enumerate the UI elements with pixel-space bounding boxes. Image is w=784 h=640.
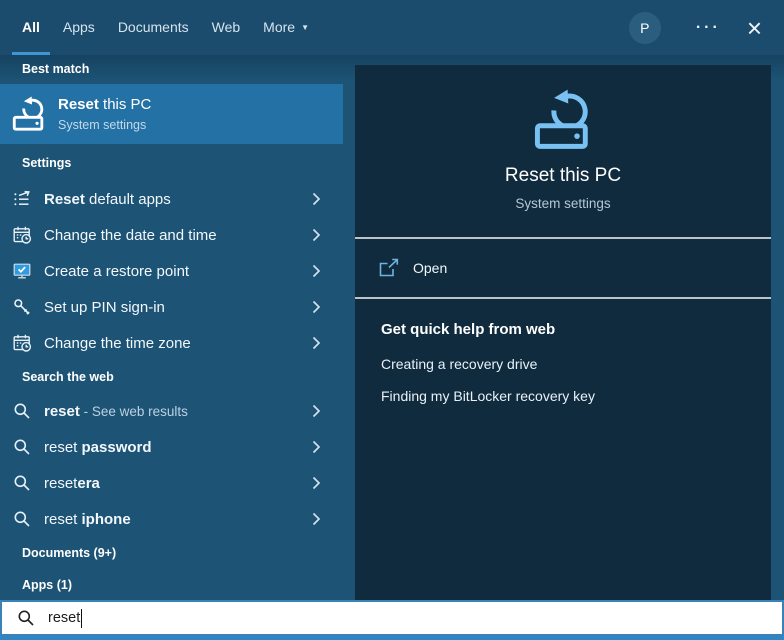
- web-item-label: reset - See web results: [44, 402, 188, 420]
- preview-subtitle: System settings: [515, 196, 611, 211]
- documents-group-header[interactable]: Documents (9+): [22, 546, 116, 560]
- settings-item-label: Set up PIN sign-in: [44, 298, 165, 316]
- settings-header: Settings: [22, 156, 72, 170]
- open-button[interactable]: Open: [355, 239, 771, 297]
- web-item-label: reset password: [44, 438, 152, 456]
- tab-more[interactable]: More ▼: [253, 0, 319, 55]
- search-icon: [12, 473, 32, 493]
- web-item-label: resetera: [44, 474, 100, 492]
- search-icon: [12, 509, 32, 529]
- tab-documents[interactable]: Documents: [108, 0, 199, 55]
- calendar-clock-icon: [12, 225, 32, 245]
- chevron-right-icon: [312, 264, 321, 278]
- web-item-label: reset iphone: [44, 510, 131, 528]
- settings-item-label: Change the time zone: [44, 334, 191, 352]
- tab-apps[interactable]: Apps: [53, 0, 105, 55]
- chevron-right-icon: [312, 336, 321, 350]
- search-icon: [12, 401, 32, 421]
- close-icon[interactable]: ×: [747, 15, 762, 41]
- settings-item-set-up-pin[interactable]: Set up PIN sign-in: [0, 289, 343, 325]
- help-link-bitlocker-key[interactable]: Finding my BitLocker recovery key: [381, 388, 595, 404]
- settings-item-change-date-time[interactable]: Change the date and time: [0, 217, 343, 253]
- chevron-right-icon: [312, 300, 321, 314]
- settings-item-label: Create a restore point: [44, 262, 190, 280]
- text-cursor: [81, 608, 83, 628]
- web-item-reset-see-results[interactable]: reset - See web results: [0, 393, 343, 429]
- best-match-item-reset-this-pc[interactable]: Reset this PC System settings: [0, 84, 343, 144]
- search-icon: [16, 608, 36, 628]
- chevron-right-icon: [312, 228, 321, 242]
- key-icon: [12, 297, 32, 317]
- settings-item-create-restore-point[interactable]: Create a restore point: [0, 253, 343, 289]
- search-input[interactable]: reset: [0, 600, 784, 636]
- preview-title: Reset this PC: [504, 165, 622, 186]
- web-item-reset-password[interactable]: reset password: [0, 429, 343, 465]
- best-match-title-rest: this PC: [98, 96, 152, 113]
- settings-item-change-time-zone[interactable]: Change the time zone: [0, 325, 343, 361]
- help-section-header: Get quick help from web: [381, 321, 556, 338]
- settings-item-reset-default-apps[interactable]: Reset default apps: [0, 181, 343, 217]
- best-match-subtitle: System settings: [58, 118, 147, 132]
- chevron-right-icon: [312, 440, 321, 454]
- help-link-recovery-drive[interactable]: Creating a recovery drive: [381, 356, 537, 372]
- tab-more-label: More: [263, 19, 296, 35]
- more-options-icon[interactable]: ···: [696, 19, 721, 37]
- search-the-web-header: Search the web: [22, 370, 114, 384]
- search-input-value: reset: [48, 610, 81, 626]
- reset-apps-icon: [12, 189, 32, 209]
- settings-item-label: Change the date and time: [44, 226, 217, 244]
- open-button-label: Open: [413, 260, 448, 276]
- user-avatar[interactable]: P: [628, 11, 661, 44]
- restore-point-icon: [12, 261, 32, 281]
- search-filter-bar: All Apps Documents Web More ▼ P ··· ×: [0, 0, 784, 55]
- open-external-icon: [379, 258, 401, 278]
- chevron-down-icon: ▼: [301, 23, 309, 32]
- calendar-clock-icon: [12, 333, 32, 353]
- chevron-right-icon: [312, 404, 321, 418]
- tab-all[interactable]: All: [12, 0, 50, 55]
- chevron-right-icon: [312, 512, 321, 526]
- reset-pc-icon: [10, 95, 48, 133]
- chevron-right-icon: [312, 192, 321, 206]
- apps-group-header[interactable]: Apps (1): [22, 578, 72, 592]
- search-flyout-window: All Apps Documents Web More ▼ P ··· × Bes…: [0, 0, 784, 640]
- preview-panel: Reset this PC System settings Open Get q…: [355, 65, 771, 600]
- settings-item-label: Reset default apps: [44, 190, 171, 208]
- web-item-resetera[interactable]: resetera: [0, 465, 343, 501]
- search-bar-accent-strip: [0, 636, 784, 640]
- tab-web[interactable]: Web: [202, 0, 251, 55]
- filter-tabs: All Apps Documents Web More ▼: [0, 0, 322, 55]
- web-item-reset-iphone[interactable]: reset iphone: [0, 501, 343, 537]
- best-match-header: Best match: [22, 62, 90, 76]
- best-match-title-bold: Reset: [58, 96, 99, 113]
- divider: [355, 297, 771, 299]
- search-icon: [12, 437, 32, 457]
- reset-pc-icon: [526, 87, 600, 153]
- chevron-right-icon: [312, 476, 321, 490]
- best-match-title: Reset this PC: [58, 96, 151, 113]
